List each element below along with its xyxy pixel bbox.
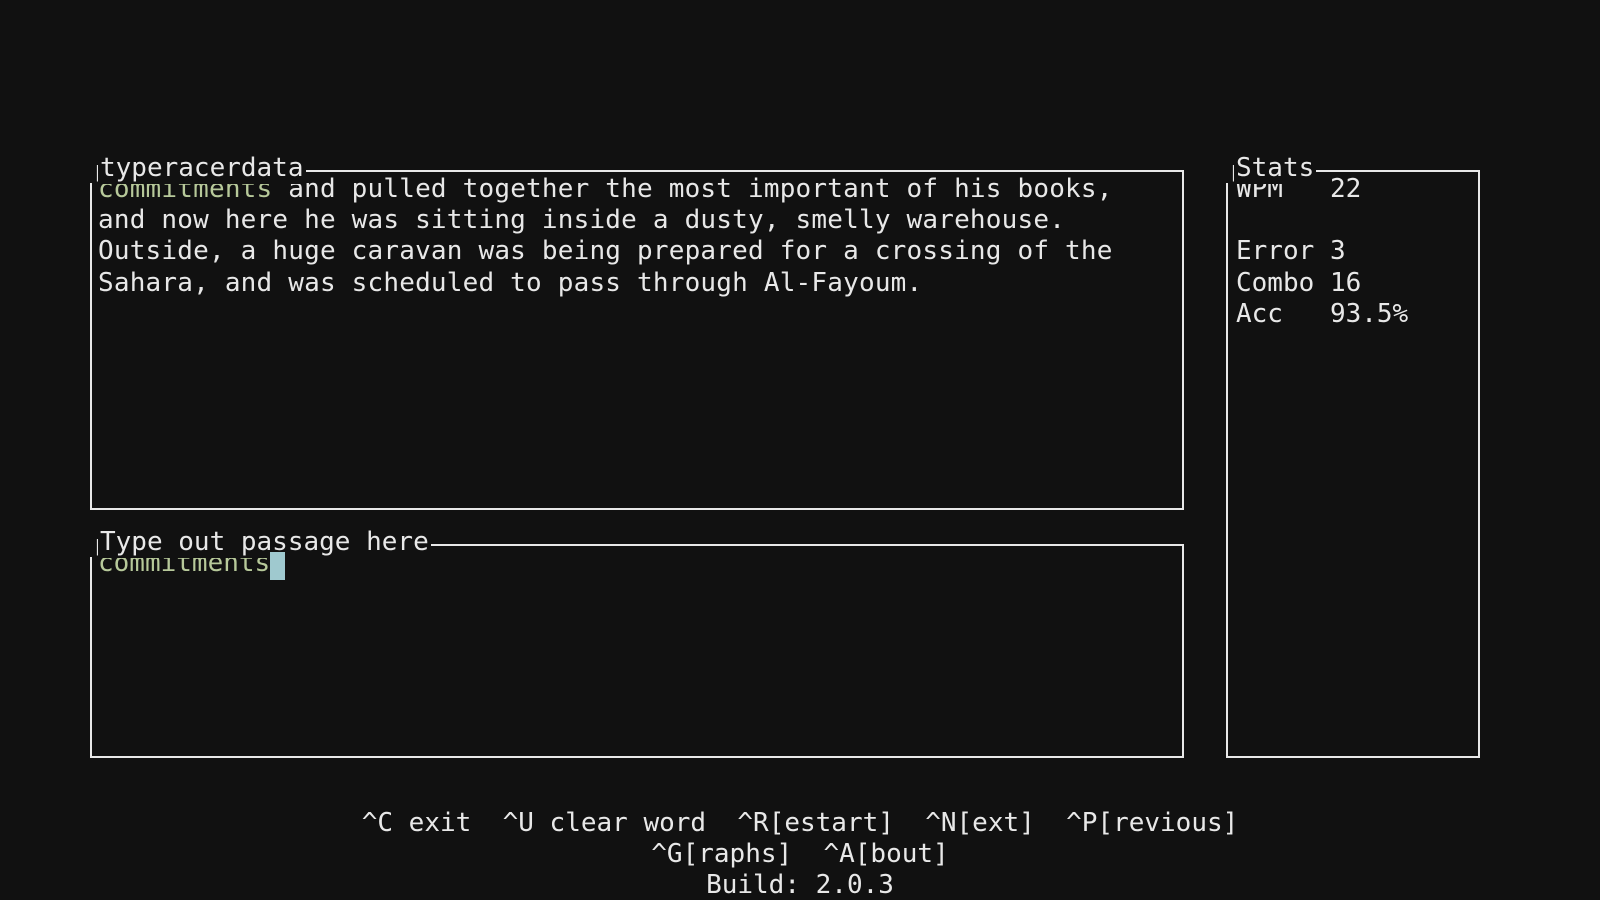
stat-row-error: Error 3 [1236,236,1470,267]
stat-acc-value: 93.5% [1330,299,1408,329]
stat-error-label: Error [1236,236,1314,266]
footer-build-label: Build: [706,870,816,900]
stat-wpm-value: 22 [1330,174,1361,204]
footer-shortcuts-line2: ^G[raphs] ^A[bout] [0,839,1600,870]
footer-build-version: 2.0.3 [816,870,894,900]
stat-row-blank [1236,205,1470,236]
footer-build-line: Build: 2.0.3 [0,870,1600,900]
stat-combo-label: Combo [1236,268,1314,298]
passage-panel-title: typeracerdata [98,153,306,184]
stat-row-combo: Combo 16 [1236,268,1470,299]
text-cursor [270,552,285,580]
stat-error-value: 3 [1330,236,1346,266]
passage-panel: ┌ typeracerdata commitments and pulled t… [90,170,1184,510]
stat-combo-value: 16 [1330,268,1361,298]
input-panel[interactable]: ┌ Type out passage here commitments [90,544,1184,758]
stats-panel-title: Stats [1234,153,1316,184]
stats-body: WPM 22 Error 3 Combo 16 Acc 93.5% [1228,172,1478,336]
footer-shortcuts-line1: ^C exit ^U clear word ^R[estart] ^N[ext]… [0,808,1600,839]
stats-panel: ┌ Stats WPM 22 Error 3 Combo 16 Acc 93.5… [1226,170,1480,758]
input-panel-title: Type out passage here [98,527,431,558]
footer-help: ^C exit ^U clear word ^R[estart] ^N[ext]… [0,808,1600,900]
stat-acc-label: Acc [1236,299,1283,329]
passage-text: commitments and pulled together the most… [92,172,1182,305]
stat-row-acc: Acc 93.5% [1236,299,1470,330]
terminal-screen: ┌ typeracerdata commitments and pulled t… [0,0,1600,900]
